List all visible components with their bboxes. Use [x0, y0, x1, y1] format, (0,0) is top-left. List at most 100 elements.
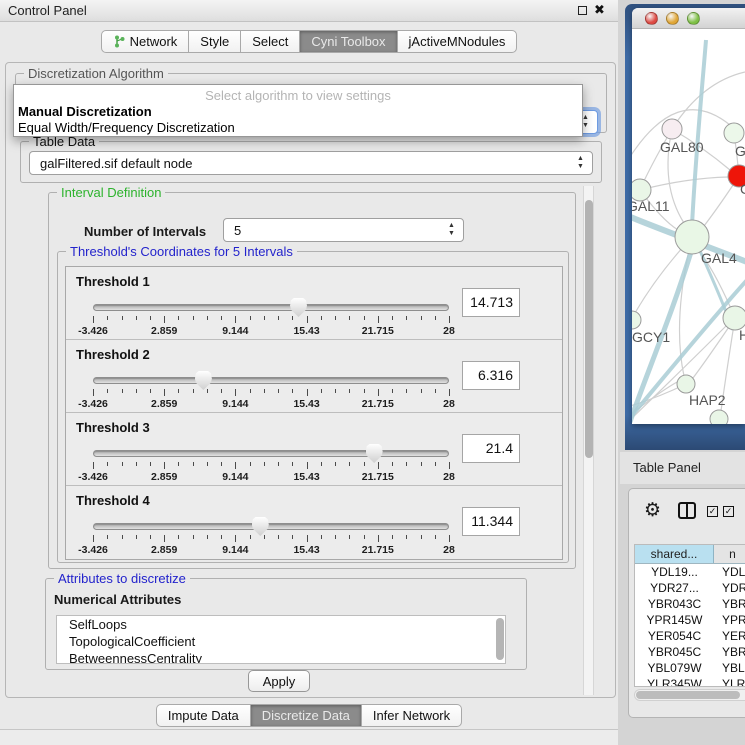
slider-tick: [307, 535, 308, 542]
threshold-value-field[interactable]: 21.4: [462, 434, 520, 463]
cell-name[interactable]: YER0: [714, 628, 745, 644]
table-row[interactable]: YDL19...YDL1: [635, 564, 745, 580]
settings-scrollbar-thumb[interactable]: [585, 200, 593, 458]
dropdown-placeholder-item[interactable]: Select algorithm to view settings: [14, 88, 582, 103]
bottom-tab-infer-network[interactable]: Infer Network: [361, 704, 462, 727]
table-row[interactable]: YLR345WYLR3: [635, 676, 745, 687]
threshold-slider-1[interactable]: -3.4262.8599.14415.4321.71528: [93, 303, 449, 339]
column-header-shared-name[interactable]: shared...: [635, 545, 714, 563]
threshold-row-1: Threshold 1-3.4262.8599.14415.4321.71528…: [66, 267, 562, 340]
attributes-scrollbar[interactable]: [496, 618, 504, 660]
dropdown-item-manual[interactable]: Manual Discretization: [18, 104, 152, 119]
network-node[interactable]: [675, 220, 709, 254]
threshold-slider-2[interactable]: -3.4262.8599.14415.4321.71528: [93, 376, 449, 412]
cell-name[interactable]: YBR0: [714, 596, 745, 612]
slider-tick: [107, 535, 108, 539]
slider-tick: [221, 316, 222, 320]
slider-tick: [406, 316, 407, 320]
cell-name[interactable]: YPR1: [714, 612, 745, 628]
dropdown-item-equal-width[interactable]: Equal Width/Frequency Discretization: [18, 120, 235, 135]
slider-tick: [378, 316, 379, 323]
network-edge[interactable]: [640, 177, 728, 190]
cell-shared-name[interactable]: YER054C: [635, 628, 714, 644]
slider-tick-label: 9.144: [222, 471, 248, 483]
tab-style[interactable]: Style: [188, 30, 240, 53]
table-row[interactable]: YBR043CYBR0: [635, 596, 745, 612]
columns-icon[interactable]: [678, 502, 696, 519]
table-row[interactable]: YBL079WYBL0: [635, 660, 745, 676]
slider-track[interactable]: [93, 523, 449, 530]
slider-thumb[interactable]: [195, 371, 212, 390]
tab-jactivemnodules[interactable]: jActiveMNodules: [397, 30, 518, 53]
slider-tick: [122, 462, 123, 466]
network-canvas[interactable]: GAL80GAGAL11CGAL4GCY1HHAP2: [632, 30, 745, 424]
attribute-list-item[interactable]: TopologicalCoefficient: [57, 633, 505, 650]
cell-shared-name[interactable]: YBL079W: [635, 660, 714, 676]
cell-shared-name[interactable]: YDL19...: [635, 564, 714, 580]
number-of-intervals-combobox[interactable]: 5 ▲▼: [223, 218, 464, 242]
cell-shared-name[interactable]: YBR045C: [635, 644, 714, 660]
network-edge[interactable]: [692, 40, 706, 225]
bottom-tab-impute-data[interactable]: Impute Data: [156, 704, 250, 727]
float-window-icon[interactable]: [578, 6, 587, 15]
table-row[interactable]: YBR045CYBR0: [635, 644, 745, 660]
tab-network[interactable]: Network: [101, 30, 189, 53]
network-node[interactable]: [710, 410, 728, 424]
table-row[interactable]: YDR27...YDR2: [635, 580, 745, 596]
close-icon[interactable]: ✖: [594, 2, 605, 18]
threshold-slider-3[interactable]: -3.4262.8599.14415.4321.71528: [93, 449, 449, 485]
network-view-frame: GAL80GAGAL11CGAL4GCY1HHAP2: [625, 4, 745, 450]
cell-name[interactable]: YLR3: [714, 676, 745, 687]
slider-tick: [435, 535, 436, 539]
network-node[interactable]: [662, 119, 682, 139]
table-data-combobox[interactable]: galFiltered.sif default node ▲▼: [29, 151, 593, 175]
network-node[interactable]: [677, 375, 695, 393]
slider-thumb[interactable]: [366, 444, 383, 463]
tab-cyni-toolbox[interactable]: Cyni Toolbox: [299, 30, 396, 53]
table-hscrollbar-thumb[interactable]: [636, 691, 740, 699]
tab-select[interactable]: Select: [240, 30, 299, 53]
column-header-name[interactable]: n: [714, 545, 745, 563]
network-node[interactable]: [724, 123, 744, 143]
slider-tick: [107, 316, 108, 320]
attribute-list-item[interactable]: SelfLoops: [57, 616, 505, 633]
gear-icon[interactable]: ⚙: [644, 499, 661, 522]
threshold-value-field[interactable]: 14.713: [462, 288, 520, 317]
cell-name[interactable]: YDL1: [714, 564, 745, 580]
cell-name[interactable]: YBL0: [714, 660, 745, 676]
network-node[interactable]: [632, 311, 641, 329]
tab-label: Select: [252, 34, 288, 49]
table-row[interactable]: YER054CYER0: [635, 628, 745, 644]
close-traffic-light-icon[interactable]: [645, 12, 658, 25]
table-row[interactable]: YPR145WYPR1: [635, 612, 745, 628]
settings-scrollbar[interactable]: [583, 186, 594, 695]
threshold-slider-4[interactable]: -3.4262.8599.14415.4321.71528: [93, 522, 449, 558]
checkbox-icon[interactable]: ✓: [707, 506, 718, 517]
zoom-traffic-light-icon[interactable]: [687, 12, 700, 25]
attribute-list-item[interactable]: BetweennessCentrality: [57, 650, 505, 664]
cell-shared-name[interactable]: YLR345W: [635, 676, 714, 687]
slider-thumb[interactable]: [290, 298, 307, 317]
network-edge[interactable]: [672, 72, 745, 129]
network-window-titlebar[interactable]: [632, 8, 745, 29]
threshold-value-field[interactable]: 11.344: [462, 507, 520, 536]
cell-shared-name[interactable]: YDR27...: [635, 580, 714, 596]
slider-tick: [292, 389, 293, 393]
table-hscrollbar[interactable]: [634, 689, 745, 701]
apply-button[interactable]: Apply: [248, 670, 310, 692]
cell-shared-name[interactable]: YBR043C: [635, 596, 714, 612]
minimize-traffic-light-icon[interactable]: [666, 12, 679, 25]
bottom-tab-discretize-data[interactable]: Discretize Data: [250, 704, 361, 727]
slider-tick: [349, 535, 350, 539]
slider-track[interactable]: [93, 304, 449, 311]
threshold-value-field[interactable]: 6.316: [462, 361, 520, 390]
cell-name[interactable]: YBR0: [714, 644, 745, 660]
thresholds-group-title: Threshold's Coordinates for 5 Intervals: [66, 244, 297, 259]
slider-tick: [207, 535, 208, 539]
checkbox-icon[interactable]: ✓: [723, 506, 734, 517]
cell-name[interactable]: YDR2: [714, 580, 745, 596]
cell-shared-name[interactable]: YPR145W: [635, 612, 714, 628]
slider-thumb[interactable]: [252, 517, 269, 536]
slider-track[interactable]: [93, 377, 449, 384]
slider-track[interactable]: [93, 450, 449, 457]
